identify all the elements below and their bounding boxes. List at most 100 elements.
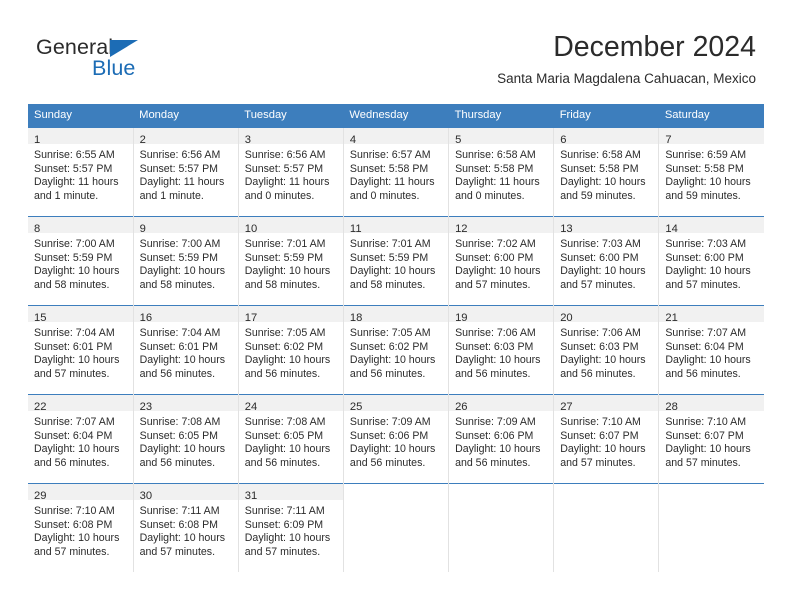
day-number: 19: [455, 312, 468, 324]
day-cell-body: Sunrise: 7:09 AM Sunset: 6:06 PM Dayligh…: [449, 411, 553, 470]
day-cell[interactable]: 30 Sunrise: 7:11 AM Sunset: 6:08 PM Dayl…: [132, 483, 239, 572]
sunrise-text: Sunrise: 7:04 AM: [34, 327, 115, 339]
day-cell-body: Sunrise: 6:58 AM Sunset: 5:58 PM Dayligh…: [554, 144, 658, 203]
day-number-band: 9: [133, 217, 238, 235]
day-number-band: 21: [659, 306, 764, 324]
sunrise-text: Sunrise: 6:55 AM: [34, 149, 115, 161]
day-cell[interactable]: 12 Sunrise: 7:02 AM Sunset: 6:00 PM Dayl…: [448, 216, 554, 306]
day-cell[interactable]: 16 Sunrise: 7:04 AM Sunset: 6:01 PM Dayl…: [132, 305, 239, 395]
day-cell[interactable]: 14 Sunrise: 7:03 AM Sunset: 6:00 PM Dayl…: [658, 216, 764, 306]
day-cell[interactable]: 8 Sunrise: 7:00 AM Sunset: 5:59 PM Dayli…: [28, 216, 134, 306]
page-title: December 2024: [553, 31, 756, 63]
sunset-text: Sunset: 5:58 PM: [665, 162, 744, 175]
day-cell-body: Sunrise: 7:08 AM Sunset: 6:05 PM Dayligh…: [134, 411, 238, 470]
sunrise-text: Sunrise: 7:09 AM: [349, 416, 431, 428]
daylight-text-line1: Daylight: 10 hours: [244, 265, 331, 278]
day-cell-body: Sunrise: 7:10 AM Sunset: 6:08 PM Dayligh…: [28, 500, 133, 559]
day-cell-empty: [448, 483, 554, 572]
day-number: 9: [139, 223, 146, 235]
calendar-week-row: 1 Sunrise: 6:55 AM Sunset: 5:57 PM Dayli…: [28, 127, 764, 217]
day-number-band: 17: [238, 306, 343, 324]
day-number: 11: [349, 223, 362, 235]
sunset-text: Sunset: 5:59 PM: [244, 251, 324, 264]
daylight-text-line2: and 56 minutes.: [244, 367, 321, 380]
daylight-text-line2: and 58 minutes.: [34, 278, 110, 291]
day-cell[interactable]: 19 Sunrise: 7:06 AM Sunset: 6:03 PM Dayl…: [448, 305, 554, 395]
day-cell-body: Sunrise: 7:05 AM Sunset: 6:02 PM Dayligh…: [239, 322, 343, 381]
day-cell[interactable]: 22 Sunrise: 7:07 AM Sunset: 6:04 PM Dayl…: [28, 394, 134, 484]
day-number: 3: [244, 134, 252, 146]
day-number-band: 13: [554, 217, 659, 235]
daylight-text-line2: and 57 minutes.: [34, 367, 110, 380]
day-cell[interactable]: 3 Sunrise: 6:56 AM Sunset: 5:57 PM Dayli…: [237, 127, 344, 217]
daylight-text-line2: and 56 minutes.: [455, 456, 531, 469]
brand-logo[interactable]: General Blue: [36, 36, 216, 84]
calendar-week-row: 8 Sunrise: 7:00 AM Sunset: 5:59 PM Dayli…: [28, 216, 764, 306]
day-cell[interactable]: 24 Sunrise: 7:08 AM Sunset: 6:05 PM Dayl…: [237, 394, 344, 484]
day-number-band: 27: [554, 395, 659, 413]
sunrise-text: Sunrise: 7:06 AM: [455, 327, 536, 339]
day-cell-body: Sunrise: 7:08 AM Sunset: 6:05 PM Dayligh…: [239, 411, 343, 470]
day-number: 1: [34, 134, 41, 146]
day-number: 6: [560, 134, 567, 146]
daylight-text-line2: and 1 minute.: [34, 189, 99, 202]
sunset-text: Sunset: 6:09 PM: [244, 518, 324, 531]
day-number-band: 1: [28, 128, 133, 146]
day-cell[interactable]: 29 Sunrise: 7:10 AM Sunset: 6:08 PM Dayl…: [28, 483, 134, 572]
page-header: General Blue December 2024 Santa Maria M…: [0, 0, 792, 100]
day-cell[interactable]: 4 Sunrise: 6:57 AM Sunset: 5:58 PM Dayli…: [342, 127, 449, 217]
sunset-text: Sunset: 6:08 PM: [34, 518, 113, 531]
daylight-text-line1: Daylight: 10 hours: [139, 443, 226, 456]
day-number-band: 2: [133, 128, 238, 146]
day-cell[interactable]: 9 Sunrise: 7:00 AM Sunset: 5:59 PM Dayli…: [132, 216, 239, 306]
day-number-band: 11: [343, 217, 449, 235]
daylight-text-line2: and 56 minutes.: [139, 456, 216, 469]
month-calendar-table: Sunday Monday Tuesday Wednesday Thursday…: [28, 104, 764, 572]
day-number-band: 16: [133, 306, 238, 324]
day-cell[interactable]: 11 Sunrise: 7:01 AM Sunset: 5:59 PM Dayl…: [342, 216, 449, 306]
calendar-page: General Blue December 2024 Santa Maria M…: [0, 0, 792, 612]
day-cell[interactable]: 17 Sunrise: 7:05 AM Sunset: 6:02 PM Dayl…: [237, 305, 344, 395]
day-cell[interactable]: 25 Sunrise: 7:09 AM Sunset: 6:06 PM Dayl…: [342, 394, 449, 484]
day-cell-empty: [553, 483, 659, 572]
day-cell-body: Sunrise: 6:57 AM Sunset: 5:58 PM Dayligh…: [344, 144, 448, 203]
day-number-band: 12: [449, 217, 554, 235]
day-cell[interactable]: 7 Sunrise: 6:59 AM Sunset: 5:58 PM Dayli…: [658, 127, 764, 217]
day-cell[interactable]: 18 Sunrise: 7:05 AM Sunset: 6:02 PM Dayl…: [342, 305, 449, 395]
day-cell[interactable]: 21 Sunrise: 7:07 AM Sunset: 6:04 PM Dayl…: [658, 305, 764, 395]
day-cell[interactable]: 15 Sunrise: 7:04 AM Sunset: 6:01 PM Dayl…: [28, 305, 134, 395]
day-number: 29: [34, 490, 47, 502]
day-cell[interactable]: 31 Sunrise: 7:11 AM Sunset: 6:09 PM Dayl…: [237, 483, 344, 572]
daylight-text-line1: Daylight: 10 hours: [349, 443, 436, 456]
day-cell[interactable]: 6 Sunrise: 6:58 AM Sunset: 5:58 PM Dayli…: [553, 127, 659, 217]
day-cell[interactable]: 13 Sunrise: 7:03 AM Sunset: 6:00 PM Dayl…: [553, 216, 659, 306]
daylight-text-line1: Daylight: 10 hours: [665, 265, 751, 278]
day-cell[interactable]: 23 Sunrise: 7:08 AM Sunset: 6:05 PM Dayl…: [132, 394, 239, 484]
sunrise-text: Sunrise: 6:56 AM: [244, 149, 326, 161]
day-cell-body: Sunrise: 7:05 AM Sunset: 6:02 PM Dayligh…: [344, 322, 448, 381]
day-number: 7: [665, 134, 672, 146]
day-number-band: [344, 484, 448, 500]
day-number-band: 28: [659, 395, 764, 413]
day-cell[interactable]: 28 Sunrise: 7:10 AM Sunset: 6:07 PM Dayl…: [658, 394, 764, 484]
daylight-text-line1: Daylight: 10 hours: [665, 176, 751, 189]
day-number-band: 22: [28, 395, 133, 413]
day-cell-body: Sunrise: 7:04 AM Sunset: 6:01 PM Dayligh…: [28, 322, 133, 381]
day-cell[interactable]: 2 Sunrise: 6:56 AM Sunset: 5:57 PM Dayli…: [132, 127, 239, 217]
day-cell[interactable]: 27 Sunrise: 7:10 AM Sunset: 6:07 PM Dayl…: [553, 394, 659, 484]
daylight-text-line2: and 57 minutes.: [139, 545, 216, 558]
day-cell[interactable]: 1 Sunrise: 6:55 AM Sunset: 5:57 PM Dayli…: [28, 127, 134, 217]
sunset-text: Sunset: 6:04 PM: [34, 429, 113, 442]
day-cell[interactable]: 20 Sunrise: 7:06 AM Sunset: 6:03 PM Dayl…: [553, 305, 659, 395]
day-cell-body: Sunrise: 7:04 AM Sunset: 6:01 PM Dayligh…: [134, 322, 238, 381]
sunset-text: Sunset: 6:06 PM: [455, 429, 534, 442]
day-number: 24: [244, 401, 258, 413]
day-number-band: 24: [238, 395, 343, 413]
weekday-header-wednesday: Wednesday: [343, 104, 449, 128]
day-cell[interactable]: 5 Sunrise: 6:58 AM Sunset: 5:58 PM Dayli…: [448, 127, 554, 217]
day-number-band: 8: [28, 217, 133, 235]
day-cell-body: Sunrise: 7:11 AM Sunset: 6:08 PM Dayligh…: [134, 500, 238, 559]
day-cell[interactable]: 10 Sunrise: 7:01 AM Sunset: 5:59 PM Dayl…: [237, 216, 344, 306]
day-cell-empty: [658, 483, 764, 572]
day-cell[interactable]: 26 Sunrise: 7:09 AM Sunset: 6:06 PM Dayl…: [448, 394, 554, 484]
